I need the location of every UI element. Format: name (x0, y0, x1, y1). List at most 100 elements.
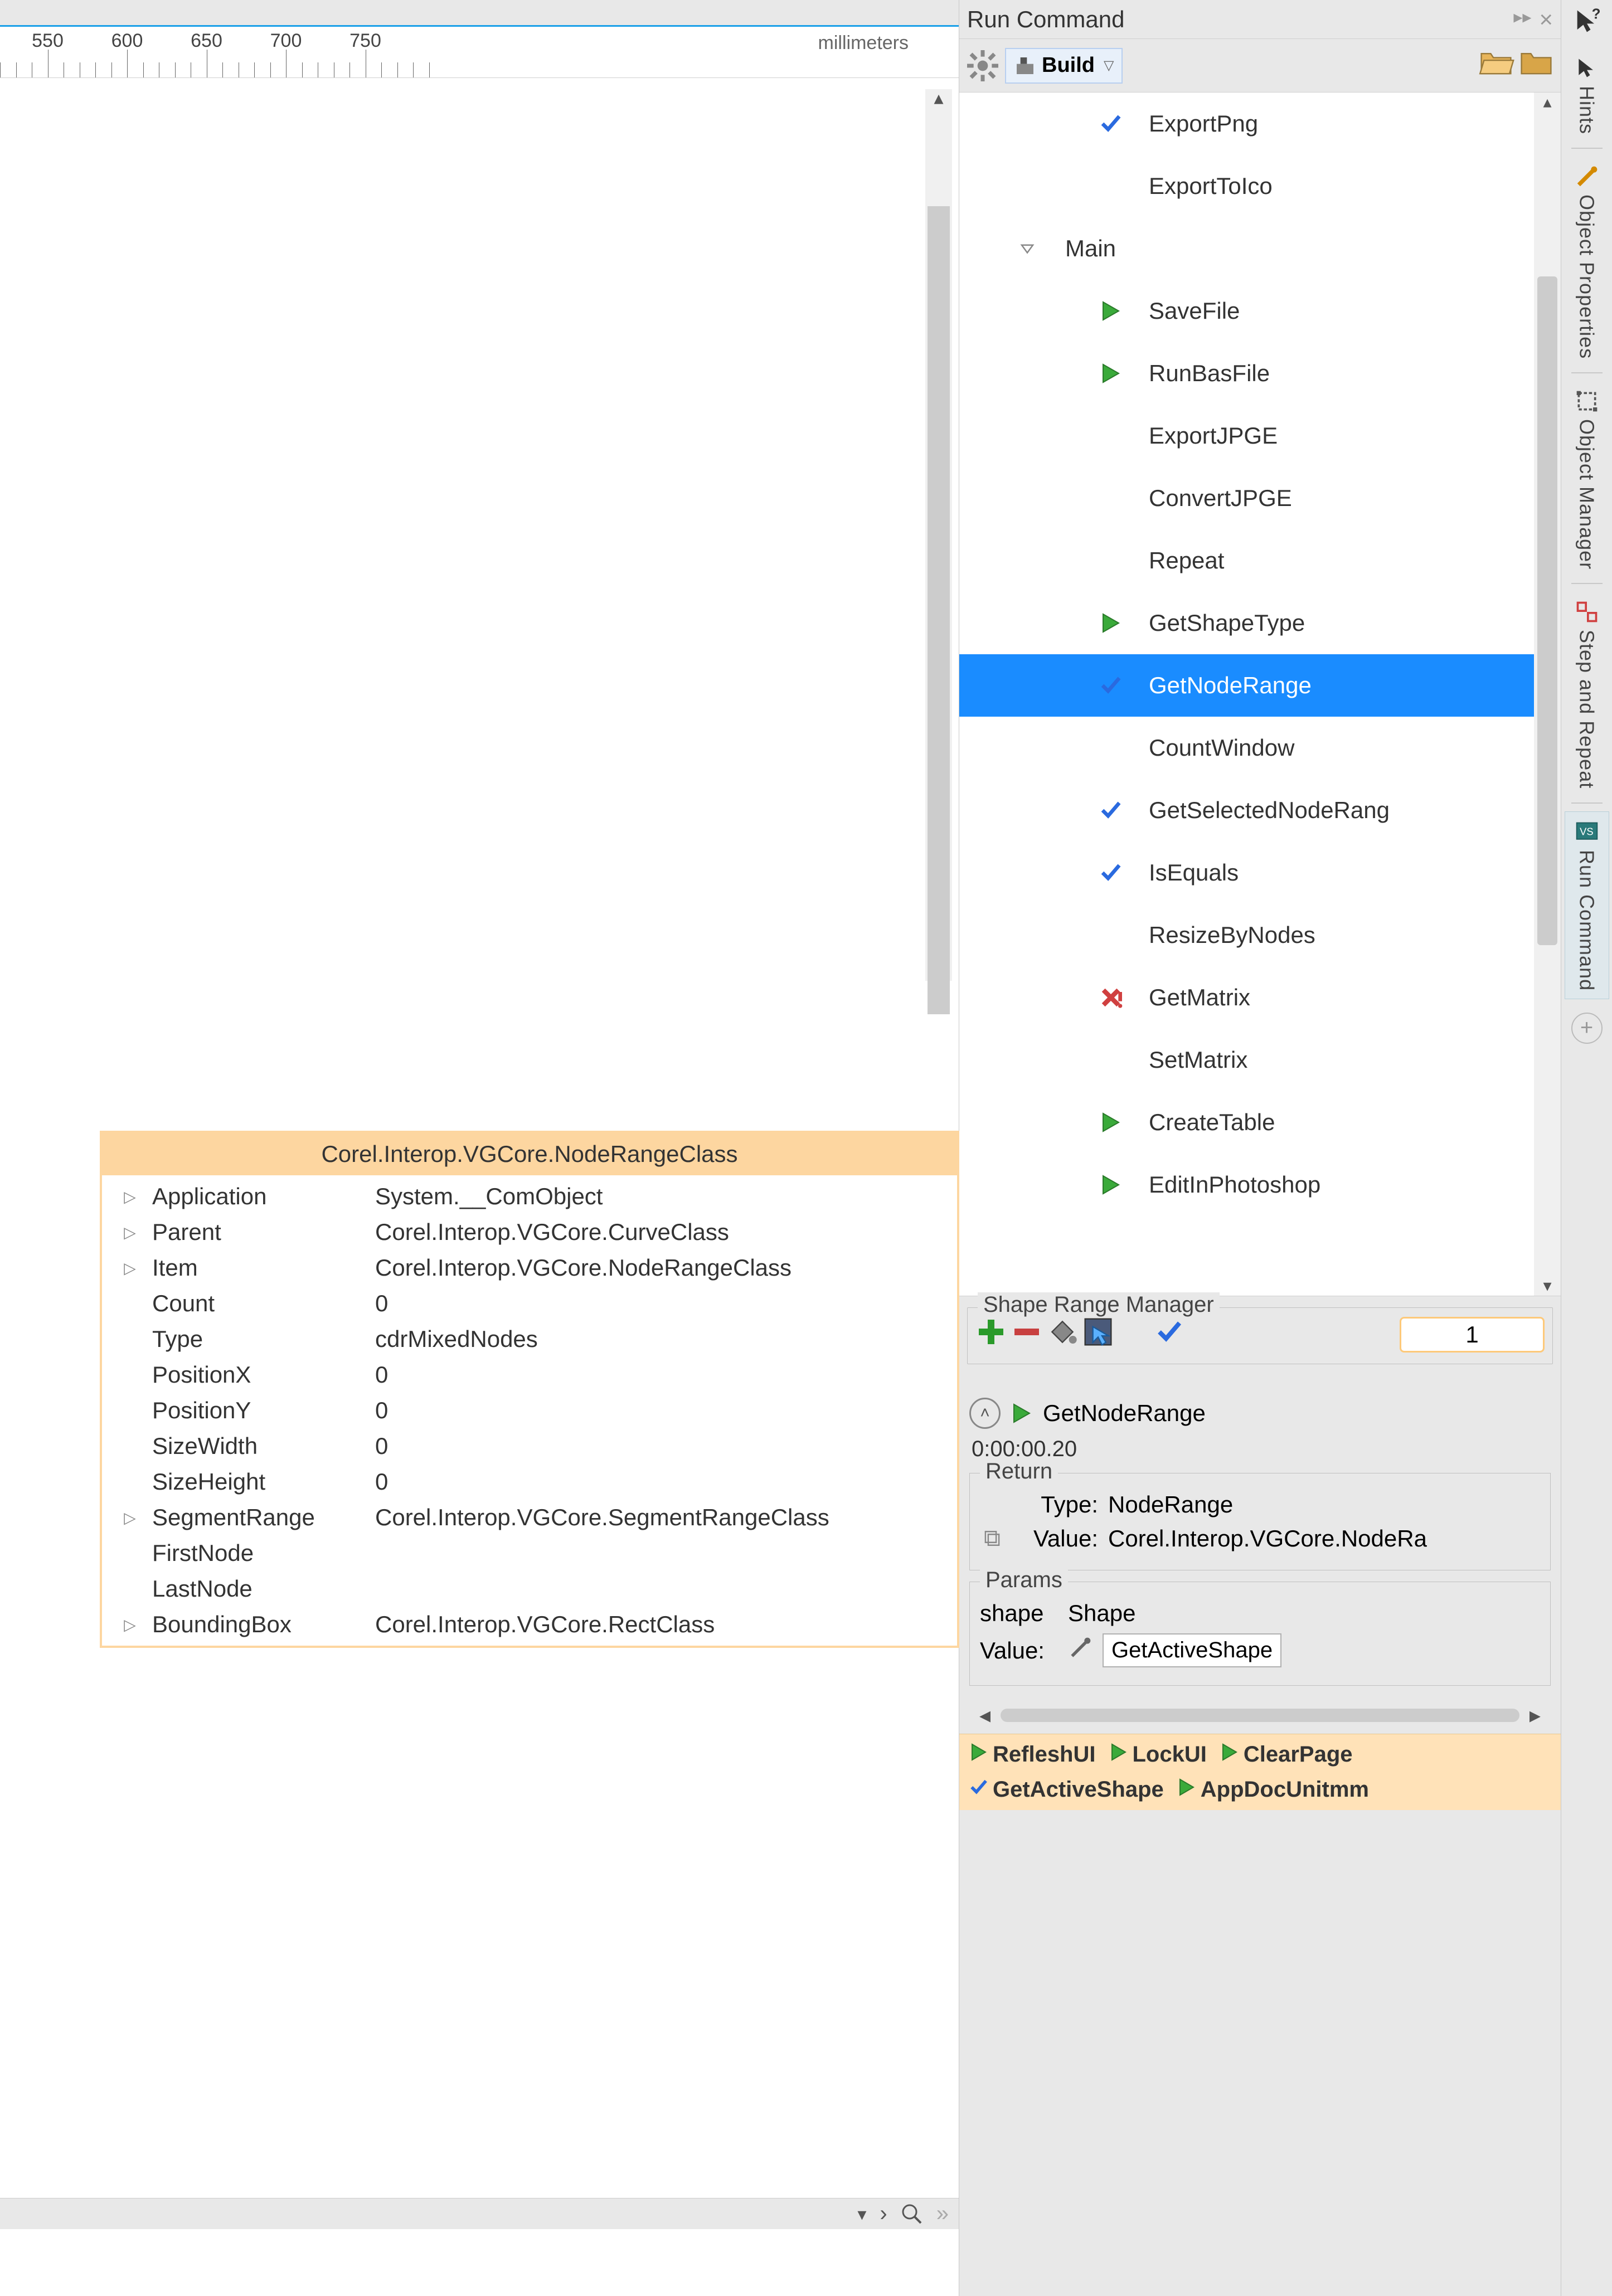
docker-tab[interactable]: Hints (1565, 48, 1609, 142)
gear-icon[interactable] (967, 50, 998, 81)
inspector-row[interactable]: FirstNode (102, 1535, 957, 1571)
tree-item[interactable]: SetMatrix (959, 1029, 1534, 1091)
expand-icon[interactable]: ▷ (108, 1259, 152, 1277)
tree-item[interactable]: IsEquals (959, 841, 1534, 904)
expand-icon[interactable]: ▸▸ (1513, 6, 1531, 33)
property-name: LastNode (152, 1575, 375, 1602)
step-icon (1575, 597, 1599, 626)
quick-action[interactable]: AppDocUnitmm (1177, 1777, 1369, 1802)
folder-icon[interactable] (1519, 50, 1553, 82)
tree-item[interactable]: GetNodeRange (959, 654, 1534, 717)
docker-tab[interactable]: VSRun Command (1565, 811, 1609, 999)
inspector-row[interactable]: ▷ParentCorel.Interop.VGCore.CurveClass (102, 1214, 957, 1250)
property-value: Corel.Interop.VGCore.CurveClass (375, 1219, 951, 1246)
tree-item[interactable]: ExportJPGE (959, 405, 1534, 467)
tree-item[interactable]: GetShapeType (959, 592, 1534, 654)
inspector-row[interactable]: SizeWidth0 (102, 1428, 957, 1464)
add-docker-button[interactable]: + (1571, 1013, 1603, 1044)
dropdown-icon[interactable]: ▽ (1104, 57, 1114, 74)
params-horizontal-scrollbar[interactable]: ◂ ▸ (969, 1697, 1551, 1734)
srm-count-field[interactable]: 1 (1400, 1317, 1545, 1353)
tree-item[interactable]: GetSelectedNodeRang (959, 779, 1534, 841)
property-name: Parent (152, 1219, 375, 1246)
build-button[interactable]: Build ▽ (1005, 48, 1123, 84)
quick-action[interactable]: LockUI (1109, 1742, 1207, 1767)
folder-open-icon[interactable] (1479, 50, 1513, 82)
inspector-row[interactable]: TypecdrMixedNodes (102, 1321, 957, 1357)
command-tree[interactable]: ExportPngExportToIco Main SaveFileRunBasFi… (959, 93, 1561, 1296)
canvas-area: millimeters 550600650700750 ▴ Corel.Inte… (0, 0, 959, 2296)
quick-action[interactable]: GetActiveShape (969, 1777, 1164, 1802)
tree-item-label: ResizeByNodes (1129, 922, 1315, 948)
return-value-value: Corel.Interop.VGCore.NodeRa (1108, 1525, 1540, 1552)
ruler-tick-label: 700 (270, 30, 302, 52)
return-type-label: Type: (1014, 1491, 1098, 1518)
paint-bucket-icon[interactable] (1047, 1316, 1078, 1353)
inspector-row[interactable]: ▷BoundingBoxCorel.Interop.VGCore.RectCla… (102, 1607, 957, 1642)
elapsed-time: 0:00:00.20 (972, 1437, 1551, 1462)
inspector-row[interactable]: PositionX0 (102, 1357, 957, 1393)
tree-item[interactable]: EditInPhotoshop (959, 1154, 1534, 1216)
copy-icon[interactable]: ⧉ (980, 1525, 1004, 1552)
param-value-input[interactable]: GetActiveShape (1103, 1633, 1281, 1667)
canvas-vertical-scrollbar[interactable]: ▴ (925, 89, 952, 981)
inspector-row[interactable]: ▷ItemCorel.Interop.VGCore.NodeRangeClass (102, 1250, 957, 1286)
tree-item[interactable]: ExportPng (959, 93, 1534, 155)
tree-item[interactable]: CountWindow (959, 717, 1534, 779)
tree-item-label: CreateTable (1129, 1109, 1275, 1136)
expand-icon[interactable]: ▷ (108, 1223, 152, 1242)
tree-item[interactable]: ExportToIco (959, 155, 1534, 217)
collapse-up-button[interactable]: ˄ (969, 1398, 1001, 1429)
pointer-help-icon[interactable]: ? (1572, 7, 1601, 41)
srm-legend: Shape Range Manager (978, 1292, 1220, 1317)
tree-item-label: Main (1045, 235, 1116, 262)
tree-item[interactable]: CreateTable (959, 1091, 1534, 1154)
tree-item[interactable]: ResizeByNodes (959, 904, 1534, 966)
ruler-unit-label: millimeters (818, 32, 909, 54)
param-type: Shape (1068, 1600, 1540, 1627)
close-icon[interactable]: × (1539, 6, 1553, 33)
play-icon[interactable] (1011, 1402, 1033, 1424)
tree-item-label: EditInPhotoshop (1129, 1171, 1320, 1198)
tree-item[interactable]: Main (959, 217, 1534, 280)
tree-item-label: ExportJPGE (1129, 422, 1278, 449)
help-icon (1575, 53, 1599, 82)
expand-icon[interactable]: ▷ (108, 1616, 152, 1634)
wand-icon[interactable] (1068, 1636, 1093, 1666)
add-icon[interactable] (975, 1316, 1007, 1353)
inspector-row[interactable]: ▷ApplicationSystem.__ComObject (102, 1179, 957, 1214)
remove-icon[interactable] (1011, 1316, 1042, 1353)
inspector-row[interactable]: LastNode (102, 1571, 957, 1607)
tree-item-label: CountWindow (1129, 734, 1294, 761)
scroll-down-arrow-icon[interactable]: ▾ (857, 2203, 866, 2225)
quick-action[interactable]: RefleshUI (969, 1742, 1096, 1767)
play-icon (1177, 1777, 1196, 1802)
inspector-row[interactable]: SizeHeight0 (102, 1464, 957, 1500)
inspector-row[interactable]: PositionY0 (102, 1393, 957, 1428)
return-type-value: NodeRange (1108, 1491, 1540, 1518)
tree-item[interactable]: RunBasFile (959, 342, 1534, 405)
inspector-row[interactable]: Count0 (102, 1286, 957, 1321)
docker-tab[interactable]: Object Manager (1565, 381, 1609, 577)
check-icon[interactable] (1156, 1319, 1183, 1351)
quick-action[interactable]: ClearPage (1220, 1742, 1353, 1767)
inspector-row[interactable]: ▷SegmentRangeCorel.Interop.VGCore.Segmen… (102, 1500, 957, 1535)
play-icon (1093, 612, 1129, 634)
param-value-label: Value: (980, 1637, 1058, 1664)
tree-item[interactable]: SaveFile (959, 280, 1534, 342)
docker-tab[interactable]: Step and Repeat (1565, 592, 1609, 796)
property-value: 0 (375, 1290, 951, 1317)
expand-icon[interactable]: ▷ (108, 1509, 152, 1527)
select-icon[interactable] (1082, 1316, 1114, 1353)
tree-scrollbar[interactable]: ▴ ▾ (1534, 93, 1561, 1296)
expand-icon[interactable]: ▷ (108, 1188, 152, 1206)
zoom-icon[interactable] (901, 2203, 923, 2225)
chevron-right-icon[interactable]: › (880, 2201, 887, 2226)
check-icon (1093, 862, 1129, 884)
canvas[interactable]: ▴ Corel.Interop.VGCore.NodeRangeClass ▷A… (0, 78, 959, 2296)
docker-tab[interactable]: Object Properties (1565, 157, 1609, 367)
chevron-double-right-icon[interactable]: » (936, 2201, 949, 2226)
tree-item[interactable]: GetMatrix (959, 966, 1534, 1029)
tree-item[interactable]: Repeat (959, 529, 1534, 592)
tree-item[interactable]: ConvertJPGE (959, 467, 1534, 529)
